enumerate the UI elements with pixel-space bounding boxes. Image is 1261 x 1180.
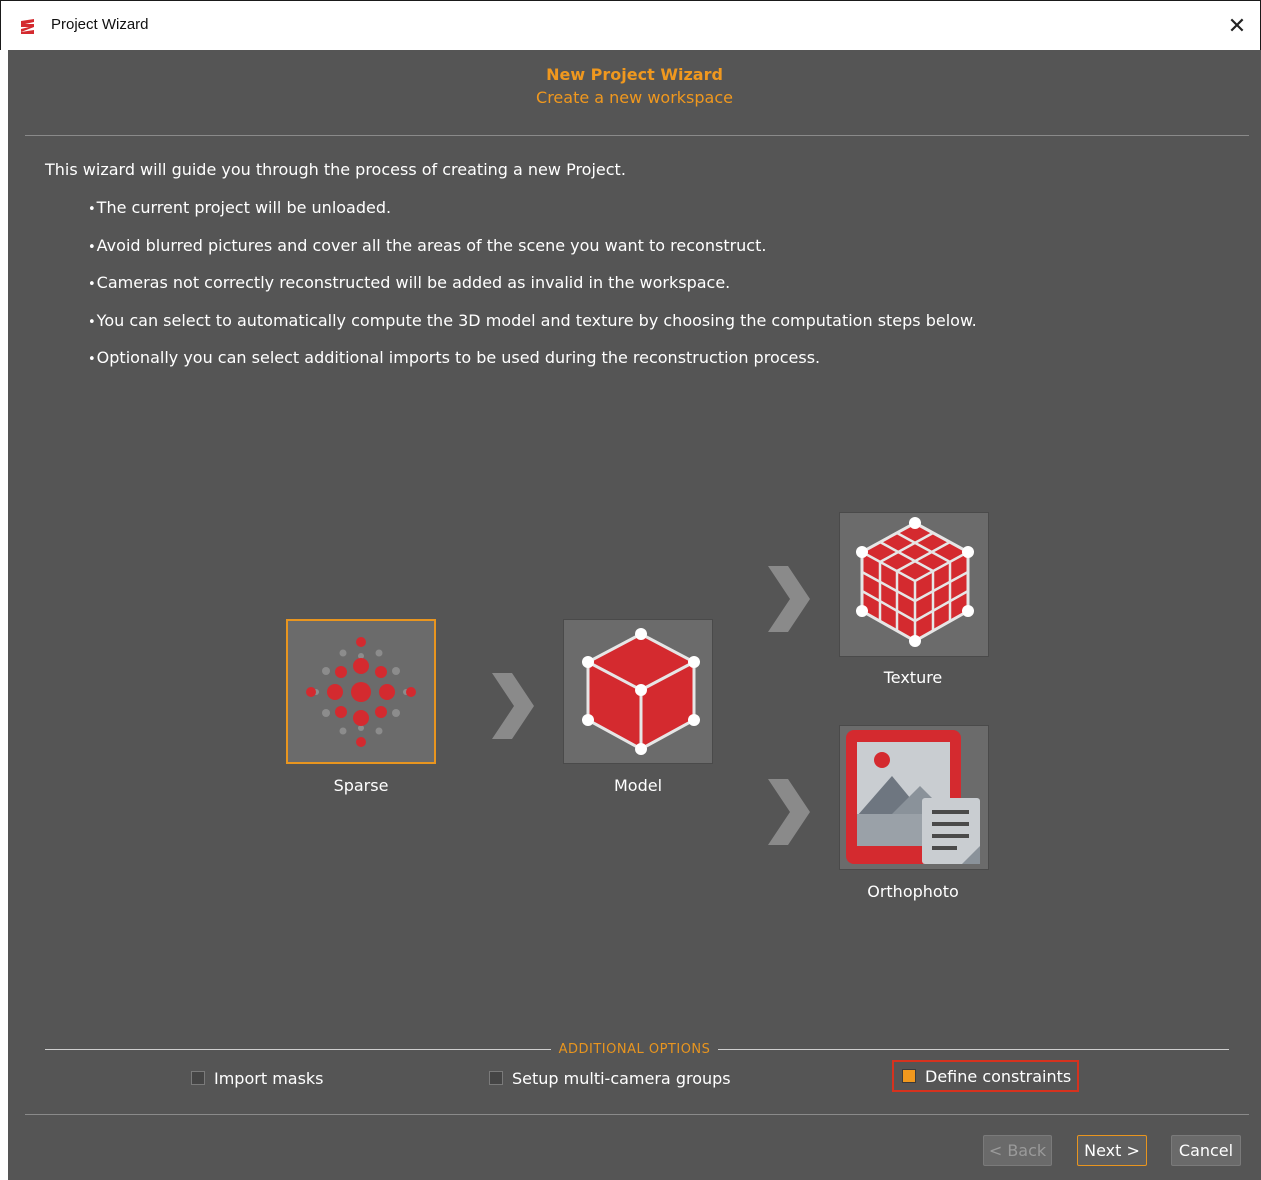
- chevron-right-icon: [768, 779, 810, 845]
- orthophoto-image-icon: [846, 730, 980, 864]
- close-icon: ✕: [1227, 13, 1247, 39]
- chevron-right-icon: [768, 566, 810, 632]
- step-texture-label: Texture: [883, 668, 943, 687]
- list-item: Cameras not correctly reconstructed will…: [88, 273, 977, 311]
- list-item: The current project will be unloaded.: [88, 198, 977, 236]
- step-sparse[interactable]: [286, 619, 436, 764]
- define-constraints-option[interactable]: Define constraints: [892, 1060, 1080, 1092]
- step-texture[interactable]: [839, 512, 989, 657]
- sparse-points-icon: [306, 637, 416, 747]
- step-orthophoto[interactable]: [839, 725, 989, 870]
- intro-text: This wizard will guide you through the p…: [45, 160, 626, 179]
- app-logo-icon: [21, 19, 34, 34]
- cube-mesh-icon: [582, 628, 700, 755]
- wizard-title: New Project Wizard: [546, 65, 723, 84]
- define-constraints-checkbox[interactable]: [902, 1069, 916, 1083]
- import-masks-label: Import masks: [214, 1068, 324, 1088]
- close-button[interactable]: ✕: [1214, 1, 1260, 51]
- chevron-right-icon: [492, 673, 534, 739]
- wizard-subtitle: Create a new workspace: [536, 88, 733, 107]
- step-model-label: Model: [613, 776, 663, 795]
- cancel-button[interactable]: Cancel: [1171, 1135, 1241, 1166]
- textured-cube-icon: [856, 517, 974, 647]
- additional-options-label: ADDITIONAL OPTIONS: [550, 1042, 719, 1057]
- step-sparse-label: Sparse: [333, 776, 389, 795]
- next-button[interactable]: Next >: [1077, 1135, 1147, 1166]
- instructions-list: The current project will be unloaded. Av…: [88, 198, 977, 386]
- multi-camera-groups-option[interactable]: Setup multi-camera groups: [489, 1066, 731, 1090]
- define-constraints-label: Define constraints: [925, 1066, 1072, 1086]
- step-model[interactable]: [563, 619, 713, 764]
- wizard-body: New Project Wizard Create a new workspac…: [8, 50, 1261, 1180]
- footer-divider: [25, 1114, 1249, 1115]
- back-button[interactable]: < Back: [983, 1135, 1052, 1166]
- list-item: Avoid blurred pictures and cover all the…: [88, 236, 977, 274]
- import-masks-option[interactable]: Import masks: [191, 1066, 324, 1090]
- step-orthophoto-label: Orthophoto: [867, 882, 959, 901]
- list-item: You can select to automatically compute …: [88, 311, 977, 349]
- multi-camera-groups-checkbox[interactable]: [489, 1071, 503, 1085]
- header-divider: [25, 135, 1249, 136]
- window-title: Project Wizard: [51, 16, 149, 33]
- additional-options-heading: ADDITIONAL OPTIONS: [8, 1042, 1261, 1057]
- multi-camera-groups-label: Setup multi-camera groups: [512, 1068, 731, 1088]
- import-masks-checkbox[interactable]: [191, 1071, 205, 1085]
- title-bar: Project Wizard ✕: [0, 0, 1261, 50]
- list-item: Optionally you can select additional imp…: [88, 348, 977, 386]
